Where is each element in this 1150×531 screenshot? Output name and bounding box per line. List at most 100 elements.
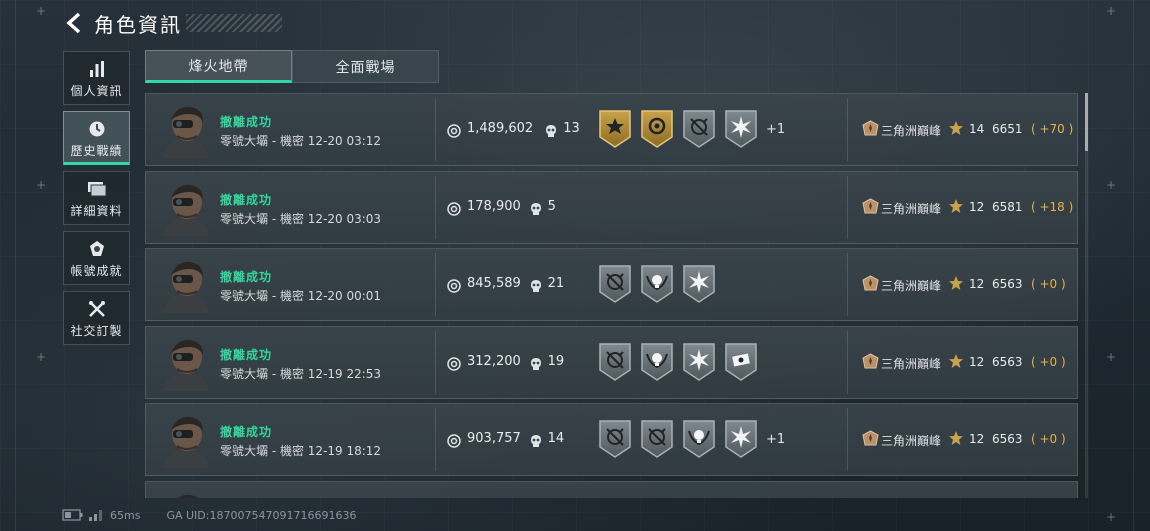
gold-emblem-medal-icon[interactable]	[640, 109, 674, 149]
skull-wing-medal-icon[interactable]	[640, 342, 674, 382]
match-time: 12-19 18:12	[307, 444, 382, 458]
medal-list	[598, 264, 724, 304]
achievement-icon	[88, 238, 106, 260]
row-divider	[847, 330, 848, 394]
rank-name: 三角洲巔峰	[881, 356, 942, 371]
currency-icon	[447, 433, 461, 448]
match-row[interactable]: 撤離成功 零號大壩 - 機密 12-20 03:12 1,489,602 13 +1 三角…	[145, 93, 1078, 166]
kill-count: 14	[547, 431, 565, 446]
match-map: 零號大壩 - 機密	[220, 444, 304, 458]
match-map-time: 零號大壩 - 機密 12-19 22:53	[220, 365, 381, 382]
more-medals-count[interactable]: +1	[766, 432, 785, 447]
match-row[interactable]: 撤離成功 零號大壩 - 機密 12-20 00:01 845,589 21 三角洲巔峰 1…	[145, 248, 1078, 321]
row-divider	[435, 330, 436, 394]
rank-level: 12	[969, 432, 985, 446]
burst-medal-icon[interactable]	[682, 264, 716, 304]
star-icon	[948, 430, 964, 446]
folder-icon	[87, 178, 107, 200]
operator-avatar	[159, 490, 213, 498]
skull-icon	[530, 356, 542, 370]
match-row[interactable]: 撤離成功零號大壩 - 機密 12-19 22:53 312,200 19 三角洲巔峰 1…	[145, 325, 1078, 399]
rank-level: 12	[969, 277, 985, 291]
tab-full-battlefield[interactable]: 全面戰場	[292, 50, 439, 83]
sidebar-item-details[interactable]: 詳細資料	[63, 171, 130, 225]
rank-icon	[862, 352, 879, 370]
operator-avatar	[159, 180, 213, 236]
crosshair-mark: +	[1106, 350, 1117, 364]
scrollbar-thumb[interactable]	[1085, 93, 1088, 151]
match-time: 12-19 22:53	[307, 366, 382, 381]
crosshair-medal-icon[interactable]	[598, 419, 632, 459]
score-change: ( +18 )	[1031, 199, 1074, 214]
chevron-left-icon	[66, 12, 81, 34]
sidebar-item-social[interactable]: 社交訂製	[63, 291, 130, 345]
sidebar-item-label: 個人資訊	[70, 83, 123, 98]
status-footer: 65ms GA UID:187007547091716691636	[62, 506, 356, 524]
skull-icon	[530, 278, 542, 292]
operator-avatar	[159, 102, 213, 158]
operator-avatar	[159, 257, 213, 313]
burst-medal-icon[interactable]	[724, 419, 758, 459]
skull-wing-medal-icon[interactable]	[682, 419, 716, 459]
row-divider	[847, 98, 848, 161]
sidebar-item-match-history[interactable]: 歷史戰績	[63, 111, 130, 165]
match-history-list[interactable]: 撤離成功 零號大壩 - 機密 12-20 03:12 1,489,602 13 +1 三角…	[145, 93, 1080, 498]
crosshair-medal-icon[interactable]	[640, 419, 674, 459]
cash-medal-icon[interactable]	[724, 342, 758, 382]
match-time: 12-20 03:03	[307, 211, 382, 226]
match-row[interactable]: 撤離成功 零號大壩 - 機密 12-19 18:12 903,757 14 +1 三角洲巔…	[145, 403, 1078, 476]
kill-count: 21	[547, 276, 565, 291]
rank-name: 三角洲巔峰	[881, 279, 942, 293]
score-change: ( +0 )	[1031, 432, 1066, 446]
match-map: 零號大壩 - 機密	[220, 366, 304, 381]
burst-medal-icon[interactable]	[682, 342, 716, 382]
scrollbar[interactable]	[1085, 93, 1088, 498]
tab-hazard-zone[interactable]: 烽火地帶	[145, 50, 292, 83]
kill-count: 13	[563, 121, 580, 136]
kill-count: 19	[547, 353, 565, 369]
sidebar-item-label: 歷史戰績	[70, 143, 123, 158]
operator-avatar	[159, 335, 213, 391]
more-medals-count[interactable]: +1	[766, 122, 785, 137]
match-row[interactable]	[145, 480, 1078, 498]
sidebar-item-personal-info[interactable]: 個人資訊	[63, 51, 130, 105]
extraction-status: 撤離成功	[220, 192, 273, 207]
currency-icon	[447, 356, 461, 371]
star-icon	[948, 120, 964, 136]
row-divider	[435, 175, 436, 239]
crosshair-mark: +	[36, 350, 47, 364]
loot-value: 312,200	[467, 353, 521, 369]
rank-icon	[862, 430, 879, 447]
rank-icon	[862, 197, 879, 215]
rank-level: 12	[969, 354, 985, 369]
title-decoration	[186, 14, 282, 32]
extraction-status: 撤離成功	[220, 347, 273, 362]
sidebar-item-label: 社交訂製	[70, 323, 123, 338]
rank-icon	[862, 120, 879, 137]
skull-wing-medal-icon[interactable]	[640, 264, 674, 304]
extraction-status: 撤離成功	[220, 270, 273, 284]
kill-count: 5	[547, 198, 556, 214]
burst-medal-icon[interactable]	[724, 109, 758, 149]
row-divider	[847, 175, 848, 239]
sidebar-item-achievements[interactable]: 帳號成就	[63, 231, 130, 285]
uid-text: GA UID:187007547091716691636	[166, 508, 357, 522]
back-button[interactable]	[60, 8, 90, 38]
rank-icon	[862, 275, 879, 292]
medal-list: +1	[598, 109, 785, 149]
rank-score: 6563	[992, 277, 1023, 291]
crosshair-medal-icon[interactable]	[682, 109, 716, 149]
match-time: 12-20 00:01	[307, 289, 382, 303]
row-divider	[847, 408, 848, 471]
medal-list: +1	[598, 419, 785, 459]
crosshair-medal-icon[interactable]	[598, 342, 632, 382]
crosshair-medal-icon[interactable]	[598, 264, 632, 304]
rank-level: 12	[969, 199, 985, 214]
match-row[interactable]: 撤離成功 零號大壩 - 機密 12-20 03:03 178,900 5 三角洲巔峰 12…	[145, 170, 1078, 244]
gold-star-medal-icon[interactable]	[598, 109, 632, 149]
match-map: 零號大壩 - 機密	[220, 289, 304, 303]
rank-level: 14	[969, 122, 985, 136]
rank-score: 6581	[992, 199, 1023, 214]
row-divider	[435, 98, 436, 161]
frame-line	[1133, 0, 1134, 531]
